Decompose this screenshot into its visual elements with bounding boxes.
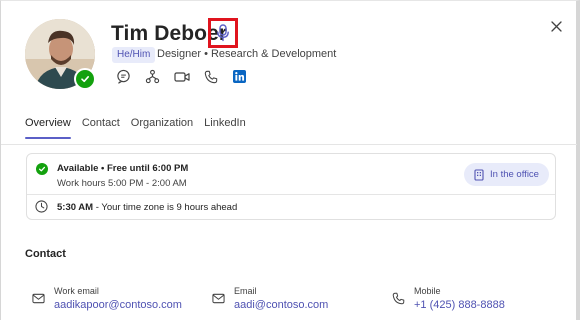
tab-organization[interactable]: Organization — [131, 117, 193, 139]
chat-button[interactable] — [115, 68, 132, 85]
contact-section-title: Contact — [25, 248, 66, 260]
close-button[interactable] — [547, 17, 565, 35]
email-link[interactable]: aadi@contoso.com — [234, 299, 328, 311]
linkedin-icon — [233, 70, 246, 83]
profile-card-window: Tim Deboer He/Him Designer • Research & … — [0, 0, 580, 320]
quick-actions-bar — [115, 68, 248, 85]
presence-available-icon — [74, 68, 96, 90]
contact-label: Email — [234, 286, 257, 296]
availability-card: Available • Free until 6:00 PM Work hour… — [26, 153, 556, 220]
clock-icon — [35, 200, 48, 213]
tab-divider — [1, 144, 577, 145]
tab-overview[interactable]: Overview — [25, 117, 71, 139]
work-location-button[interactable]: In the office — [464, 163, 549, 186]
contact-label: Mobile — [414, 286, 441, 296]
linkedin-button[interactable] — [231, 68, 248, 85]
contact-label: Work email — [54, 286, 99, 296]
call-button[interactable] — [202, 68, 219, 85]
phone-icon — [204, 70, 217, 83]
phone-icon — [392, 292, 405, 305]
mail-icon — [32, 293, 45, 304]
profile-tabs: Overview Contact Organization LinkedIn — [25, 117, 257, 139]
org-chart-button[interactable] — [144, 68, 161, 85]
video-call-button[interactable] — [173, 68, 190, 85]
org-chart-icon — [145, 69, 160, 84]
card-divider — [27, 194, 555, 195]
chat-icon — [117, 69, 130, 84]
job-title-department: Designer • Research & Development — [157, 48, 337, 60]
time-zone-note: - Your time zone is 9 hours ahead — [93, 202, 238, 213]
local-time-row: 5:30 AM - Your time zone is 9 hours ahea… — [57, 202, 237, 213]
tab-linkedin[interactable]: LinkedIn — [204, 117, 246, 139]
work-location-label: In the office — [490, 169, 539, 180]
close-icon — [550, 20, 562, 32]
video-call-icon — [173, 71, 190, 82]
local-time: 5:30 AM — [57, 202, 94, 213]
mail-icon — [212, 293, 225, 304]
work-hours: Work hours 5:00 PM - 2:00 AM — [57, 178, 187, 189]
availability-status: Available • Free until 6:00 PM — [57, 163, 189, 174]
mobile-link[interactable]: +1 (425) 888-8888 — [414, 299, 505, 311]
available-status-icon — [36, 163, 48, 175]
name-pronunciation-button[interactable] — [208, 18, 238, 48]
tab-contact[interactable]: Contact — [82, 117, 120, 139]
microphone-icon — [217, 24, 229, 42]
pronouns-badge: He/Him — [112, 47, 156, 63]
work-email-link[interactable]: aadikapoor@contoso.com — [54, 299, 182, 311]
building-icon — [474, 168, 484, 181]
